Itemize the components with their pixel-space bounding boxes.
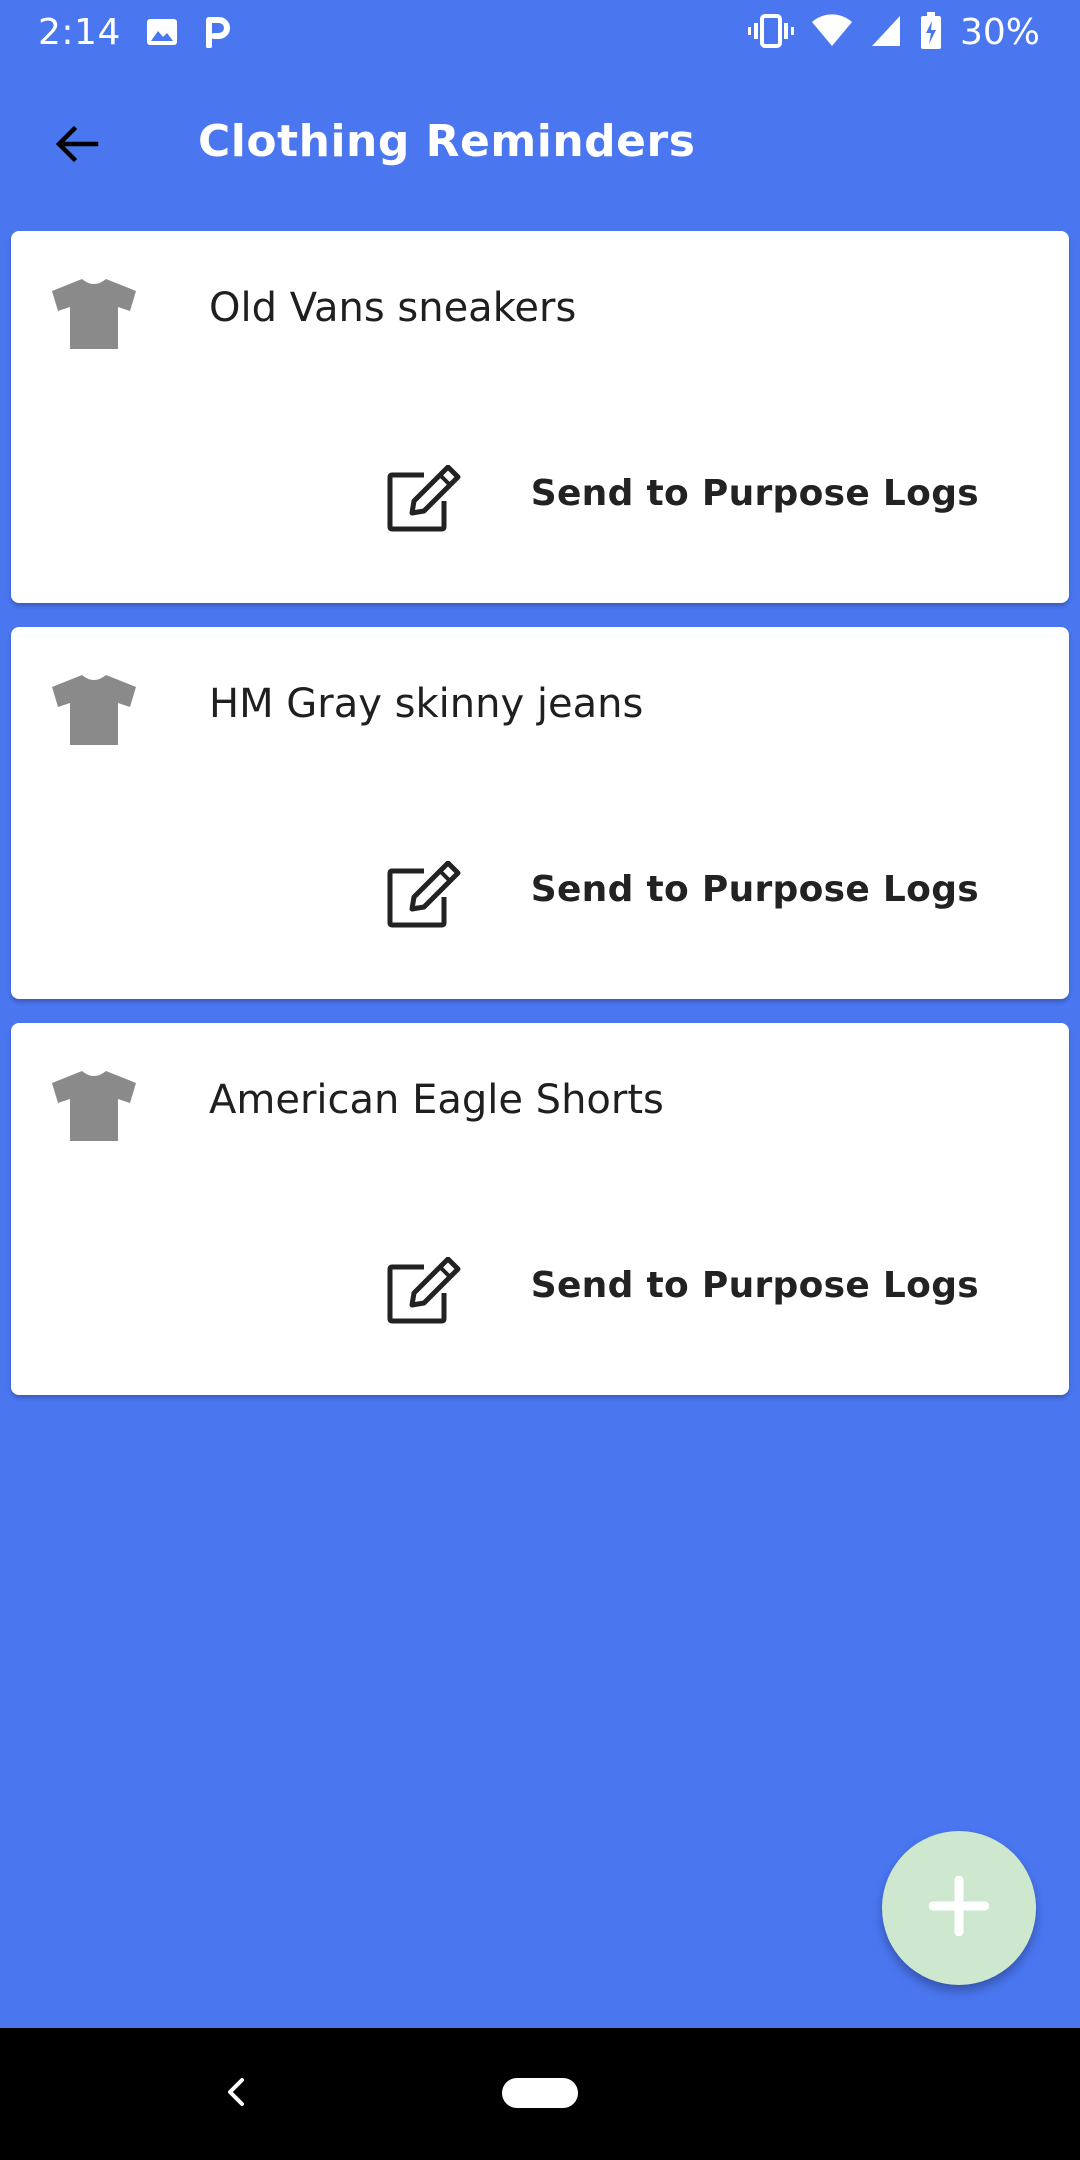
reminder-name: Old Vans sneakers: [209, 285, 577, 331]
image-icon: [146, 16, 178, 52]
wifi-icon: [811, 14, 852, 52]
signal-icon: [870, 14, 902, 52]
battery-charging-icon: [920, 12, 942, 54]
system-nav-bar: [0, 2028, 1080, 2160]
edit-icon: [386, 1256, 464, 1329]
reminder-name: American Eagle Shorts: [209, 1077, 664, 1123]
vibrate-icon: [747, 14, 794, 52]
tshirt-icon: [52, 1069, 136, 1141]
chevron-left-icon: [224, 2076, 248, 2112]
send-to-purpose-logs-button[interactable]: Send to Purpose Logs: [531, 867, 979, 913]
app-bar: Clothing Reminders: [0, 66, 1080, 222]
parking-app-icon: [202, 16, 232, 52]
reminder-card[interactable]: Old Vans sneakers Send to Purpose Logs: [11, 231, 1069, 603]
send-to-purpose-logs-button[interactable]: Send to Purpose Logs: [531, 1263, 979, 1309]
back-button[interactable]: [40, 110, 112, 182]
status-bar: 2:14 30%: [0, 0, 1080, 66]
battery-percent: 30%: [959, 12, 1040, 53]
edit-icon: [386, 464, 464, 537]
nav-home-pill[interactable]: [502, 2078, 578, 2108]
reminder-card[interactable]: American Eagle Shorts Send to Purpose Lo…: [11, 1023, 1069, 1395]
status-notification-icons: [146, 16, 232, 52]
status-time: 2:14: [38, 12, 121, 53]
send-to-purpose-logs-button[interactable]: Send to Purpose Logs: [531, 471, 979, 517]
edit-button[interactable]: [385, 1253, 465, 1333]
reminder-list: Old Vans sneakers Send to Purpose Logs H…: [11, 231, 1069, 1419]
status-system-icons: 30%: [747, 10, 1040, 56]
reminder-name: HM Gray skinny jeans: [209, 681, 644, 727]
add-reminder-button[interactable]: [882, 1831, 1036, 1985]
plus-icon: [928, 1875, 990, 1940]
arrow-back-icon: [52, 120, 100, 172]
edit-button[interactable]: [385, 461, 465, 541]
nav-back-button[interactable]: [214, 2072, 258, 2116]
edit-button[interactable]: [385, 857, 465, 937]
tshirt-icon: [52, 673, 136, 745]
edit-icon: [386, 860, 464, 933]
reminder-card[interactable]: HM Gray skinny jeans Send to Purpose Log…: [11, 627, 1069, 999]
tshirt-icon: [52, 277, 136, 349]
page-title: Clothing Reminders: [198, 116, 696, 167]
